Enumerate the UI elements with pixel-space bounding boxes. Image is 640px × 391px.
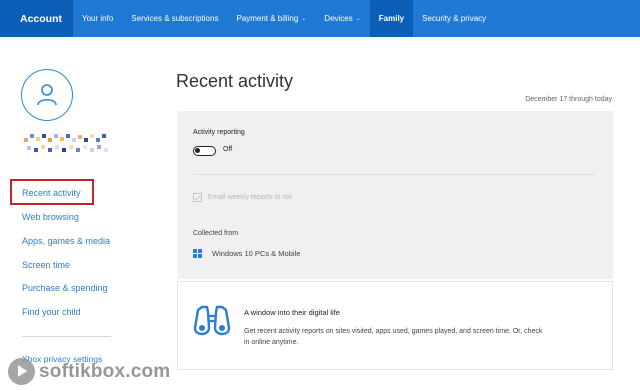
- nav-services[interactable]: Services & subscriptions: [122, 0, 227, 37]
- date-range: December 17 through today: [525, 96, 612, 103]
- activity-reporting-label: Activity reporting: [193, 129, 245, 136]
- sidebar-item-label: Web browsing: [22, 212, 79, 222]
- nav-your-info[interactable]: Your info: [73, 0, 122, 37]
- info-card: A window into their digital life Get rec…: [177, 281, 613, 370]
- toggle-state-text: Off: [223, 146, 233, 153]
- sidebar-item-screen-time[interactable]: Screen time: [22, 260, 70, 270]
- watermark: softikbox.com: [8, 358, 170, 385]
- nav-your-info-label: Your info: [82, 14, 114, 23]
- sidebar-item-web-browsing[interactable]: Web browsing: [22, 212, 79, 222]
- sidebar-item-recent-activity[interactable]: Recent activity: [10, 179, 94, 205]
- email-weekly-label: Email weekly reports to me: [208, 194, 293, 201]
- nav-devices-label: Devices: [324, 14, 353, 23]
- sidebar-item-apps-games-media[interactable]: Apps, games & media: [22, 236, 110, 246]
- sidebar-item-label: Purchase & spending: [22, 283, 108, 293]
- collected-devices-text: Windows 10 PCs & Mobile: [212, 249, 301, 258]
- nav-devices[interactable]: Devices ⌄: [315, 0, 369, 37]
- panel-divider: [193, 174, 595, 175]
- play-icon: [8, 358, 35, 385]
- collected-from-label: Collected from: [193, 230, 239, 237]
- nav-security[interactable]: Security & privacy: [413, 0, 495, 37]
- nav-family[interactable]: Family: [369, 0, 414, 37]
- nav-payment[interactable]: Payment & billing ⌄: [227, 0, 315, 37]
- email-weekly-checkbox[interactable]: [193, 193, 202, 202]
- nav-account-label: Account: [20, 12, 62, 25]
- nav-payment-label: Payment & billing: [236, 14, 299, 23]
- nav-security-label: Security & privacy: [422, 14, 487, 23]
- toggle-knob: [195, 148, 200, 153]
- info-card-title: A window into their digital life: [244, 308, 340, 317]
- info-card-description: Get recent activity reports on sites vis…: [244, 328, 543, 346]
- page-title: Recent activity: [176, 71, 294, 91]
- sidebar-item-label: Screen time: [22, 260, 71, 270]
- avatar[interactable]: [21, 69, 73, 121]
- binoculars-icon: [193, 305, 231, 336]
- sidebar-item-label: Apps, games & media: [22, 236, 111, 246]
- watermark-text: softikbox.com: [39, 360, 171, 382]
- chevron-down-icon: ⌄: [355, 16, 361, 22]
- sidebar-item-label: Find your child: [22, 307, 81, 317]
- activity-reporting-toggle[interactable]: [193, 146, 216, 156]
- sidebar-divider: [22, 336, 111, 337]
- sidebar-item-find-your-child[interactable]: Find your child: [22, 307, 81, 317]
- nav-account[interactable]: Account: [0, 0, 73, 37]
- top-navigation: Account Your info Services & subscriptio…: [0, 0, 640, 37]
- nav-services-label: Services & subscriptions: [131, 14, 219, 23]
- nav-family-label: Family: [378, 14, 405, 23]
- chevron-down-icon: ⌄: [301, 16, 307, 22]
- activity-settings-panel: Activity reporting Off Email weekly repo…: [177, 111, 613, 279]
- user-icon: [37, 84, 57, 106]
- sidebar-item-purchase-spending[interactable]: Purchase & spending: [22, 283, 108, 293]
- sidebar-item-label: Recent activity: [22, 188, 81, 198]
- windows-logo-icon: [193, 249, 203, 259]
